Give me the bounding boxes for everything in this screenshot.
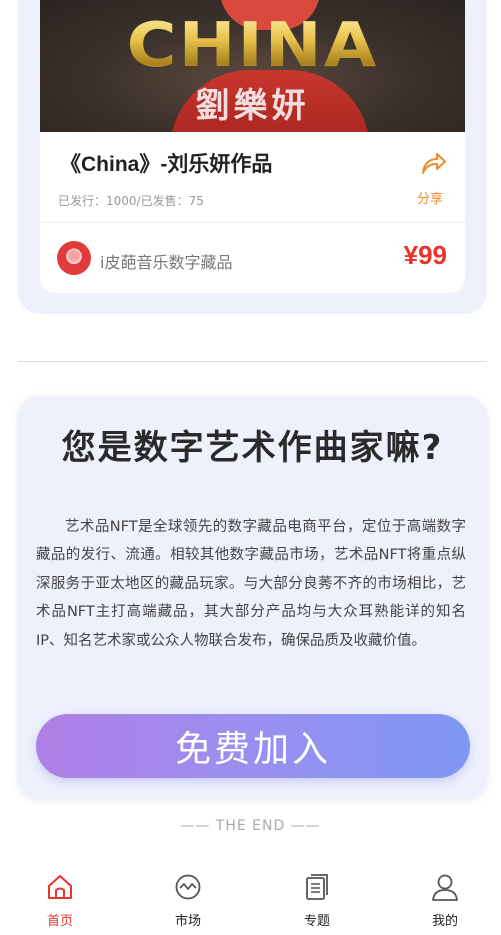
tab-topics[interactable]: 专题 (282, 872, 352, 934)
avatar-face (68, 250, 80, 262)
image-title-text: CHINA (40, 10, 465, 82)
creator-name[interactable]: i皮葩音乐数字藏品 (100, 249, 232, 273)
share-icon[interactable] (419, 149, 447, 177)
tab-profile-label: 我的 (431, 914, 458, 929)
tab-market[interactable]: 市场 (153, 872, 223, 934)
image-subtitle-text: 劉樂妍 (195, 86, 310, 126)
product-title: 《China》-刘乐妍作品 (60, 153, 273, 176)
card-divider (40, 222, 465, 223)
tab-profile[interactable]: 我的 (410, 872, 480, 934)
tab-market-label: 市场 (174, 914, 201, 929)
tab-home[interactable]: 首页 (25, 872, 95, 934)
tab-home-label: 首页 (46, 914, 73, 929)
creator-avatar[interactable] (57, 241, 91, 275)
profile-icon (432, 874, 458, 901)
bottom-tab-bar: 首页 市场 专题 我的 (0, 862, 501, 935)
product-price: ¥99 (403, 240, 447, 270)
promo-card: 您是数字艺术作曲家嘛? 艺术品NFT是全球领先的数字藏品电商平台，定位于高端数字… (18, 396, 487, 798)
product-card[interactable]: CHINA 劉樂妍 《China》-刘乐妍作品 已发行：1000/已发售：75 … (40, 0, 465, 293)
home-icon (48, 875, 72, 899)
product-meta: 已发行：1000/已发售：75 (58, 194, 204, 208)
product-image[interactable]: CHINA 劉樂妍 (40, 0, 465, 132)
share-label[interactable]: 分享 (417, 188, 443, 207)
topics-icon (306, 874, 328, 900)
promo-heading: 您是数字艺术作曲家嘛? (61, 428, 444, 468)
market-icon (175, 874, 201, 900)
promo-body: 艺术品NFT是全球领先的数字藏品电商平台，定位于高端数字藏品的发行、流通。相较其… (36, 519, 466, 649)
section-divider (18, 361, 487, 362)
join-free-button[interactable]: 免费加入 (36, 714, 470, 778)
end-marker: —— THE END —— (180, 818, 321, 834)
tab-topics-label: 专题 (303, 914, 330, 929)
